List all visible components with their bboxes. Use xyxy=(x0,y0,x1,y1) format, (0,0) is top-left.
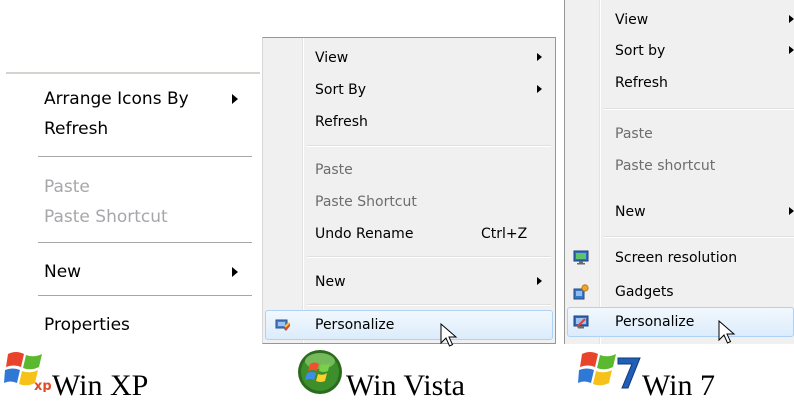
menu-item-label: Arrange Icons By xyxy=(44,89,189,109)
win7-menu-item-view[interactable]: View xyxy=(565,6,794,34)
submenu-arrow-icon xyxy=(537,53,542,61)
menu-item-label: Paste Shortcut xyxy=(44,207,168,227)
os-name-label: Win Vista xyxy=(346,369,465,402)
menu-item-shortcut: Ctrl+Z xyxy=(481,226,528,242)
win7-menu-item-sort-by[interactable]: Sort by xyxy=(565,37,794,65)
win7-menu-item-paste-shortcut: Paste shortcut xyxy=(565,152,794,180)
vista-menu-item-view[interactable]: View xyxy=(263,44,555,72)
win7-menu-item-new[interactable]: New xyxy=(565,198,794,226)
menu-separator xyxy=(38,156,252,157)
windows-vista-orb-icon xyxy=(298,350,342,394)
submenu-arrow-icon xyxy=(789,46,794,54)
os-name-label: Win 7 xyxy=(642,369,715,402)
vista-menu-item-personalize[interactable]: Personalize xyxy=(263,311,555,339)
menu-item-label: Personalize xyxy=(315,317,395,333)
win-xp-caption: xp Win XP xyxy=(4,346,204,408)
menu-separator xyxy=(307,304,551,306)
menu-separator xyxy=(38,242,252,243)
xp-menu-item-paste-shortcut: Paste Shortcut xyxy=(6,202,260,232)
personalize-icon xyxy=(275,319,290,331)
menu-separator xyxy=(307,256,551,258)
menu-item-label: New xyxy=(44,262,82,282)
menu-item-label: Refresh xyxy=(615,75,668,91)
vista-menu-item-new[interactable]: New xyxy=(263,268,555,296)
menu-item-label: Paste xyxy=(315,162,353,178)
vista-menu-item-refresh[interactable]: Refresh xyxy=(263,108,555,136)
menu-item-label: View xyxy=(315,50,349,66)
menu-item-label: New xyxy=(615,204,646,220)
menu-item-label: Paste shortcut xyxy=(615,158,716,174)
windows-xp-logo-icon: xp xyxy=(4,352,52,392)
menu-item-label: Properties xyxy=(44,315,130,335)
xp-menu-item-paste: Paste xyxy=(6,172,260,202)
screen-resolution-icon xyxy=(573,250,589,265)
mouse-pointer-icon xyxy=(718,320,736,344)
menu-item-label: Undo Rename xyxy=(315,226,414,242)
xp-context-menu: Arrange Icons By Refresh Paste Paste Sho… xyxy=(6,72,260,344)
submenu-arrow-icon xyxy=(789,15,794,23)
menu-item-label: Sort By xyxy=(315,82,367,98)
windows-7-logo-icon xyxy=(578,352,641,389)
vista-menu-item-undo-rename[interactable]: Undo Rename Ctrl+Z xyxy=(263,220,555,248)
menu-item-label: Paste xyxy=(44,177,90,197)
xp-menu-item-refresh[interactable]: Refresh xyxy=(6,114,260,144)
xp-menu-item-new[interactable]: New xyxy=(6,257,260,287)
menu-separator xyxy=(603,108,794,110)
submenu-arrow-icon xyxy=(537,277,542,285)
submenu-arrow-icon xyxy=(232,94,238,104)
vista-context-menu: View Sort By Refresh Paste Paste Shortcu… xyxy=(262,37,556,344)
os-name-label: Win XP xyxy=(52,369,149,402)
menu-separator xyxy=(38,295,252,296)
menu-item-label: Refresh xyxy=(315,114,368,130)
menu-item-label: Sort by xyxy=(615,43,666,59)
vista-menu-item-sort-by[interactable]: Sort By xyxy=(263,76,555,104)
vista-menu-item-paste: Paste xyxy=(263,156,555,184)
submenu-arrow-icon xyxy=(789,207,794,215)
win-7-caption: Win 7 xyxy=(578,346,778,408)
menu-item-label: Paste xyxy=(615,126,653,142)
menu-item-label: Gadgets xyxy=(615,284,674,300)
submenu-arrow-icon xyxy=(537,85,542,93)
win7-menu-item-refresh[interactable]: Refresh xyxy=(565,69,794,97)
menu-item-label: Personalize xyxy=(615,314,695,330)
menu-separator xyxy=(307,145,551,147)
win7-menu-item-paste: Paste xyxy=(565,120,794,148)
win7-menu-item-personalize[interactable]: Personalize xyxy=(565,308,794,336)
xp-menu-item-properties[interactable]: Properties xyxy=(6,310,260,340)
menu-item-label: Paste Shortcut xyxy=(315,194,417,210)
menu-separator xyxy=(603,236,794,238)
win7-menu-item-gadgets[interactable]: Gadgets xyxy=(565,278,794,306)
menu-item-label: Screen resolution xyxy=(615,250,738,266)
submenu-arrow-icon xyxy=(232,267,238,277)
menu-item-label: New xyxy=(315,274,346,290)
xp-menu-item-arrange-icons-by[interactable]: Arrange Icons By xyxy=(6,84,260,114)
gadgets-icon xyxy=(573,284,589,300)
personalize-icon xyxy=(573,315,589,329)
win-vista-caption: Win Vista xyxy=(294,346,514,408)
vista-menu-item-paste-shortcut: Paste Shortcut xyxy=(263,188,555,216)
menu-item-label: Refresh xyxy=(44,119,109,139)
win7-context-menu: View Sort by Refresh Paste Paste shortcu… xyxy=(564,0,794,344)
svg-text:xp: xp xyxy=(34,379,52,392)
win7-menu-item-screen-resolution[interactable]: Screen resolution xyxy=(565,244,794,272)
menu-item-label: View xyxy=(615,12,649,28)
